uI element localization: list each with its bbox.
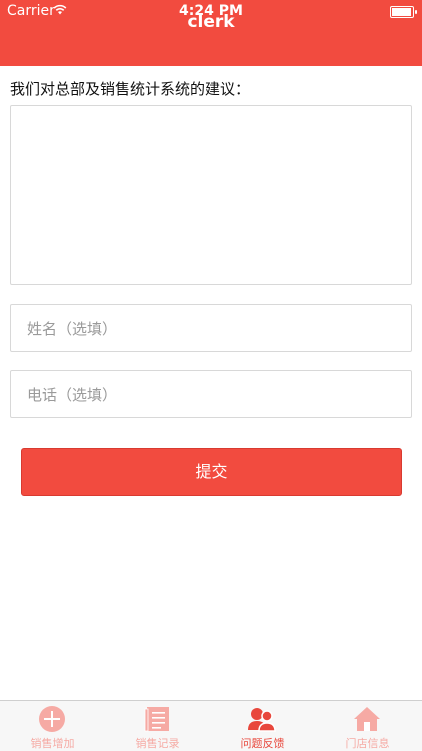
tab-label: 问题反馈	[240, 737, 285, 750]
feedback-people-icon	[248, 708, 276, 732]
tab-store-info[interactable]: 门店信息	[315, 701, 420, 751]
nav-title: clerk	[187, 12, 235, 32]
name-placeholder: 姓名（选填）	[27, 320, 118, 338]
phone-input[interactable]: 电话（选填）	[10, 370, 412, 418]
submit-button[interactable]: 提交	[21, 448, 402, 496]
name-input[interactable]: 姓名（选填）	[10, 304, 412, 352]
tab-label: 销售增加	[30, 737, 75, 750]
app-header: Carrier 4:24 PM clerk	[0, 0, 422, 66]
tab-label: 门店信息	[345, 737, 390, 750]
tab-sales-add[interactable]: 销售增加	[0, 701, 105, 751]
store-house-icon	[354, 707, 380, 731]
record-book-icon	[144, 707, 169, 732]
feedback-prompt: 我们对总部及销售统计系统的建议：	[10, 80, 251, 98]
plus-circle-icon	[39, 706, 65, 732]
tab-bar: 销售增加 销售记录 问题反馈 门店信息	[0, 700, 422, 751]
tab-label: 销售记录	[135, 737, 180, 750]
feedback-textarea[interactable]	[10, 105, 412, 285]
tab-sales-records[interactable]: 销售记录	[105, 701, 210, 751]
phone-placeholder: 电话（选填）	[27, 386, 118, 404]
tab-feedback[interactable]: 问题反馈	[210, 701, 315, 751]
